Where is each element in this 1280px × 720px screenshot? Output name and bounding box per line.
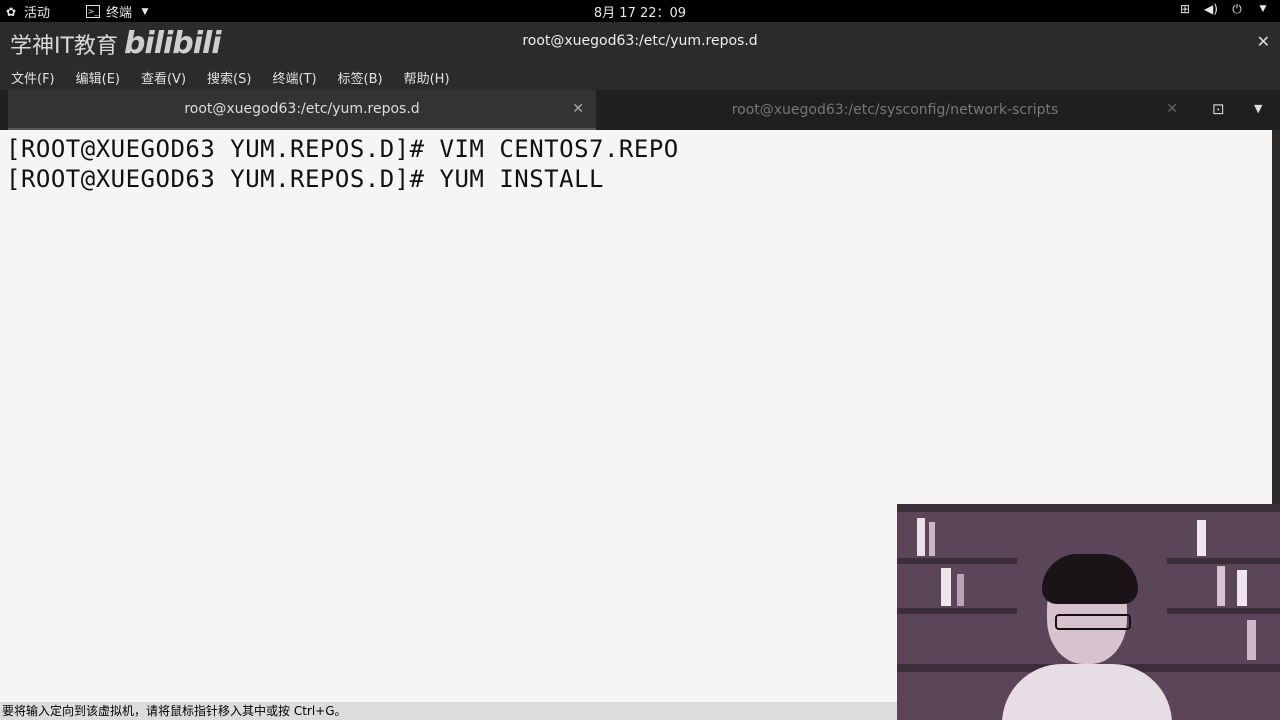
- terminal-line: [ROOT@XUEGOD63 YUM.REPOS.D]# VIM CENTOS7…: [6, 135, 679, 163]
- menu-view[interactable]: 查看(V): [130, 62, 196, 90]
- book: [917, 518, 925, 556]
- close-icon[interactable]: ✕: [572, 101, 584, 117]
- book: [1197, 520, 1206, 556]
- presenter-hair: [1042, 554, 1138, 604]
- app-menu-button[interactable]: >_ 终端 ▼: [86, 2, 152, 21]
- book: [941, 568, 951, 606]
- bookshelf: [897, 504, 1280, 512]
- menu-tabs[interactable]: 标签(B): [327, 62, 393, 90]
- tab-bar: root@xuegod63:/etc/yum.repos.d ✕ root@xu…: [0, 90, 1280, 130]
- menu-file[interactable]: 文件(F): [0, 62, 65, 90]
- close-icon[interactable]: ✕: [1257, 32, 1270, 51]
- chevron-down-icon[interactable]: ▼: [1254, 102, 1262, 115]
- presenter-glasses: [1055, 614, 1131, 630]
- menu-edit[interactable]: 编辑(E): [65, 62, 130, 90]
- volume-icon[interactable]: ◀): [1204, 2, 1218, 16]
- menu-terminal[interactable]: 终端(T): [261, 62, 326, 90]
- menu-bar: 文件(F) 编辑(E) 查看(V) 搜索(S) 终端(T) 标签(B) 帮助(H…: [0, 62, 1280, 90]
- bookshelf: [1167, 558, 1280, 564]
- bookshelf: [897, 608, 1017, 614]
- activities-button[interactable]: ✿ 活动: [4, 2, 51, 22]
- system-tray[interactable]: ⊞ ◀) ⏻ ▼: [1178, 2, 1270, 16]
- app-menu-label: 终端: [106, 6, 133, 21]
- vm-status-text: 要将输入定向到该虚拟机，请将鼠标指针移入其中或按 Ctrl+G。: [2, 704, 347, 718]
- chevron-down-icon[interactable]: ▼: [1256, 2, 1270, 16]
- bookshelf: [897, 558, 1017, 564]
- book: [1217, 566, 1225, 606]
- chevron-down-icon: ▼: [141, 6, 149, 17]
- activities-label: 活动: [24, 6, 51, 21]
- close-icon[interactable]: ✕: [1166, 101, 1178, 117]
- gnome-foot-icon: ✿: [5, 4, 17, 19]
- menu-help[interactable]: 帮助(H): [393, 62, 460, 90]
- book: [957, 574, 964, 606]
- presenter-body: [1002, 664, 1172, 720]
- clock[interactable]: 8月 17 22：09: [594, 6, 686, 21]
- power-icon[interactable]: ⏻: [1230, 2, 1244, 16]
- book: [1237, 570, 1247, 606]
- window-title: root@xuegod63:/etc/yum.repos.d: [522, 33, 758, 49]
- webcam-overlay: [897, 504, 1280, 720]
- bookshelf: [1167, 608, 1280, 614]
- tab-label: root@xuegod63:/etc/yum.repos.d: [184, 101, 420, 117]
- new-tab-icon[interactable]: ⊡: [1212, 100, 1225, 118]
- book: [1247, 620, 1256, 660]
- tab-label: root@xuegod63:/etc/sysconfig/network-scr…: [731, 102, 1059, 118]
- window-title-bar[interactable]: 学神IT教育 bilibili root@xuegod63:/etc/yum.r…: [0, 22, 1280, 62]
- terminal-icon: >_: [86, 5, 100, 18]
- menu-search[interactable]: 搜索(S): [196, 62, 261, 90]
- system-top-bar: ✿ 活动 >_ 终端 ▼ 8月 17 22：09 ⊞ ◀) ⏻ ▼: [0, 0, 1280, 22]
- book: [929, 522, 935, 556]
- tab-network-scripts[interactable]: root@xuegod63:/etc/sysconfig/network-scr…: [600, 90, 1190, 130]
- tab-yum-repos[interactable]: root@xuegod63:/etc/yum.repos.d ✕: [8, 90, 596, 130]
- network-icon[interactable]: ⊞: [1178, 2, 1192, 16]
- terminal-line: [ROOT@XUEGOD63 YUM.REPOS.D]# YUM INSTALL: [6, 165, 604, 193]
